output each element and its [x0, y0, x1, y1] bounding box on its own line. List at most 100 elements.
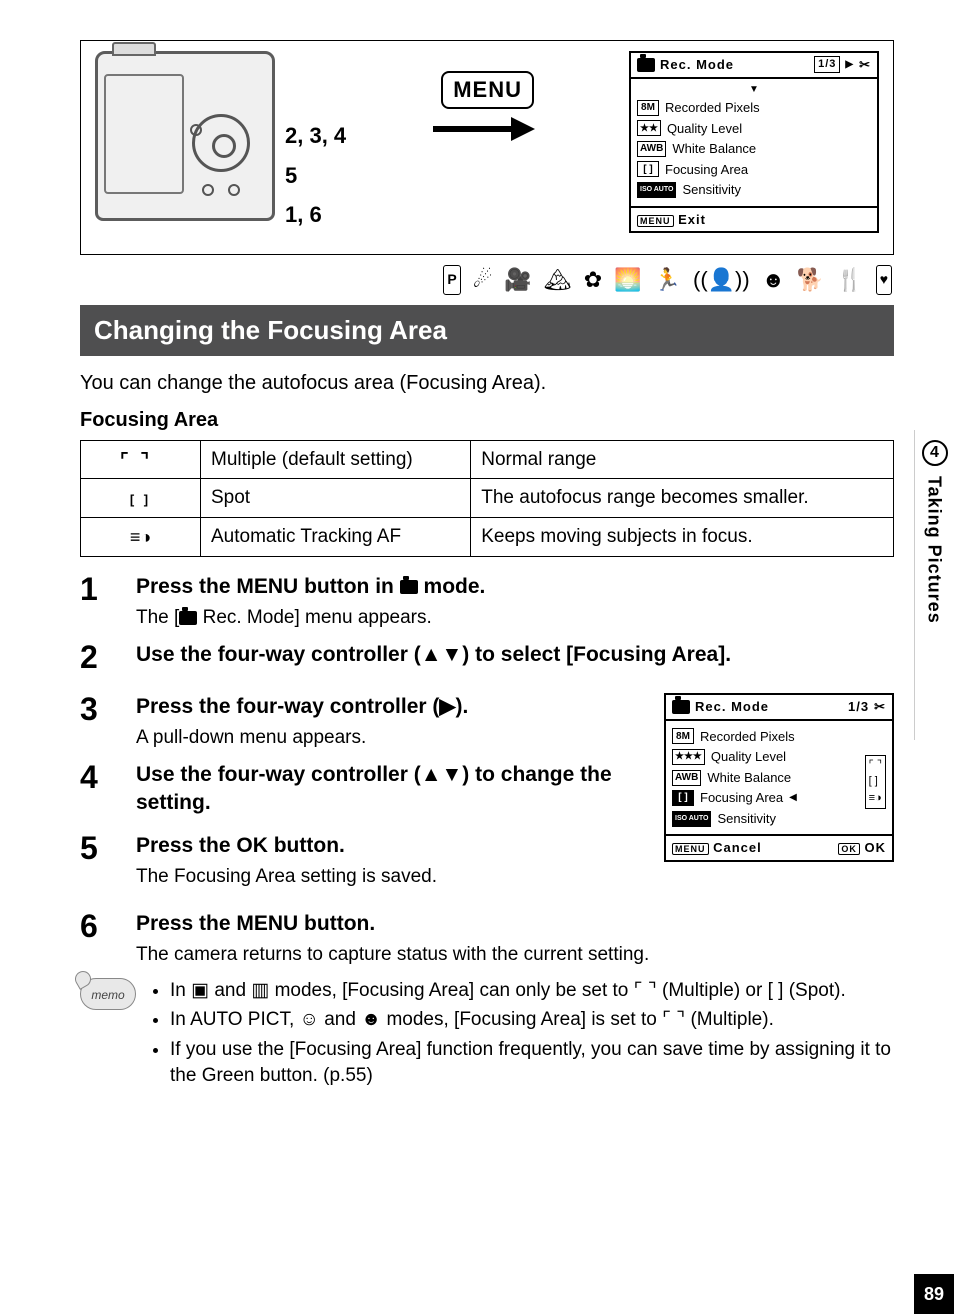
lcd-item-label: Focusing Area	[700, 789, 783, 807]
lcd-footer-label: Cancel	[713, 840, 762, 855]
lcd-badge: [ ]	[672, 790, 694, 806]
table-title: Focusing Area	[80, 407, 894, 434]
camera-icon	[179, 611, 197, 625]
camera-icon	[672, 700, 690, 714]
lcd-badge: AWB	[672, 770, 701, 786]
menu-button-label: MENU	[441, 71, 534, 109]
step-1: 1 Press the MENU button in mode. The [ R…	[80, 573, 894, 631]
step-number: 1	[80, 573, 136, 605]
lcd-focusing-area-dropdown: Rec. Mode 1/3 ✂ 8MRecorded Pixels ★★★Qua…	[664, 693, 894, 862]
lcd-title: Rec. Mode	[660, 56, 734, 74]
lcd-badge: ★★	[637, 120, 661, 136]
lcd-item-label: Sensitivity	[682, 181, 741, 199]
chapter-number: 4	[922, 440, 948, 466]
lcd-title: Rec. Mode	[695, 698, 769, 716]
focus-spot-icon: [ ]	[130, 492, 151, 507]
table-row: [ ] Spot The autofocus range becomes sma…	[81, 479, 894, 518]
page-number: 89	[914, 1274, 954, 1314]
mode-kids-icon: ☻	[762, 265, 785, 295]
fa-name: Automatic Tracking AF	[201, 518, 471, 557]
step-6: 6 Press the MENU button. The camera retu…	[80, 910, 894, 968]
lcd-badge: 8M	[637, 100, 659, 116]
lcd-item-label: Sensitivity	[717, 810, 776, 828]
step-ref: 2, 3, 4	[285, 121, 346, 151]
lcd-dropdown: ⌜ ⌝ [ ] ≡◑	[865, 755, 886, 810]
fa-desc: Keeps moving subjects in focus.	[471, 518, 894, 557]
lcd-footer-key: MENU	[672, 843, 709, 855]
lcd-rec-mode-menu: Rec. Mode 1/3▶ ✂ ▼ 8MRecorded Pixels ★★Q…	[629, 51, 879, 233]
arrow-right-icon	[433, 119, 543, 139]
memo-item: If you use the [Focusing Area] function …	[170, 1037, 894, 1088]
focusing-area-table: ⌜⌝ Multiple (default setting) Normal ran…	[80, 440, 894, 557]
step-ref: 1, 6	[285, 200, 346, 230]
mode-landscape-icon: 🏔	[544, 265, 572, 295]
lcd-badge: 8M	[672, 728, 694, 744]
dropdown-item: ⌜ ⌝	[869, 758, 882, 773]
fa-desc: Normal range	[471, 440, 894, 479]
section-header: Changing the Focusing Area	[80, 305, 894, 356]
lcd-item-label: Quality Level	[711, 748, 786, 766]
focus-tracking-icon: ≡◑	[130, 527, 151, 547]
lcd-page: 1/3	[814, 56, 840, 73]
lcd-footer-label: OK	[865, 840, 887, 855]
step-title: Press the MENU button in mode.	[136, 573, 894, 601]
lcd-item-label: Recorded Pixels	[700, 728, 795, 746]
mode-food-icon: 🍴	[836, 265, 863, 295]
chapter-title: Taking Pictures	[922, 476, 946, 624]
step-5: 5 Press the OK button. The Focusing Area…	[80, 832, 648, 890]
mode-icon-strip: P ☄ 🎥 🏔 ✿ 🌅 🏃 ((👤)) ☻ 🐕 🍴 ♥	[80, 265, 892, 295]
lcd-badge: AWB	[637, 141, 666, 157]
memo-block: memo In ▣ and ▥ modes, [Focusing Area] c…	[80, 978, 894, 1093]
dropdown-item: ≡◑	[869, 791, 882, 806]
step-title: Use the four-way controller (▲▼) to sele…	[136, 641, 894, 669]
step-number: 3	[80, 693, 136, 725]
step-3: 3 Press the four-way controller (▶). A p…	[80, 693, 648, 751]
mode-sport-icon: 🏃	[654, 265, 681, 295]
dropdown-item: [ ]	[869, 774, 882, 789]
mode-movie-icon: 🎥	[504, 265, 531, 295]
mode-pet-icon: 🐕	[797, 265, 824, 295]
steps-list: 1 Press the MENU button in mode. The [ R…	[80, 573, 894, 968]
camera-icon	[400, 580, 418, 594]
mode-sunset-icon: 🌅	[614, 265, 641, 295]
step-ref: 5	[285, 161, 346, 191]
focus-multi-icon: ⌜⌝	[120, 450, 161, 470]
lcd-item-label: Quality Level	[667, 120, 742, 138]
step-number: 2	[80, 641, 136, 673]
step-title: Press the four-way controller (▶).	[136, 693, 648, 721]
lcd-footer-label: Exit	[678, 212, 706, 227]
side-tab: 4 Taking Pictures	[914, 430, 954, 740]
step-number: 6	[80, 910, 136, 942]
lcd-item-label: Focusing Area	[665, 161, 748, 179]
menu-button-block: MENU	[433, 71, 543, 149]
step-desc: The Focusing Area setting is saved.	[136, 864, 648, 890]
step-desc: The [ Rec. Mode] menu appears.	[136, 605, 894, 631]
lcd-item-label: White Balance	[707, 769, 791, 787]
lcd-badge: [ ]	[637, 161, 659, 177]
step-number: 4	[80, 761, 136, 793]
lcd-page: 1/3	[848, 698, 869, 716]
lcd-footer-key: MENU	[637, 215, 674, 227]
step-title: Use the four-way controller (▲▼) to chan…	[136, 761, 648, 818]
step-4: 4 Use the four-way controller (▲▼) to ch…	[80, 761, 648, 822]
table-row: ⌜⌝ Multiple (default setting) Normal ran…	[81, 440, 894, 479]
lcd-item-label: White Balance	[672, 140, 756, 158]
mode-night-icon: ☄	[473, 265, 493, 295]
step-reference-labels: 2, 3, 4 5 1, 6	[285, 121, 346, 240]
lcd-badge: ★★★	[672, 749, 705, 765]
mode-frame-icon: ♥	[876, 265, 892, 295]
step-2: 2 Use the four-way controller (▲▼) to se…	[80, 641, 894, 673]
mode-flower-icon: ✿	[584, 265, 602, 295]
fa-desc: The autofocus range becomes smaller.	[471, 479, 894, 518]
lcd-footer-key: OK	[838, 843, 860, 855]
memo-list: In ▣ and ▥ modes, [Focusing Area] can on…	[150, 978, 894, 1093]
step-desc: A pull-down menu appears.	[136, 725, 648, 751]
fa-name: Spot	[201, 479, 471, 518]
fa-name: Multiple (default setting)	[201, 440, 471, 479]
memo-item: In AUTO PICT, ☺ and ☻ modes, [Focusing A…	[170, 1007, 894, 1033]
step-title: Press the OK button.	[136, 832, 648, 860]
step-title: Press the MENU button.	[136, 910, 894, 938]
intro-text: You can change the autofocus area (Focus…	[80, 370, 894, 397]
camera-illustration	[95, 51, 275, 221]
lcd-badge: ISO AUTO	[672, 811, 711, 827]
